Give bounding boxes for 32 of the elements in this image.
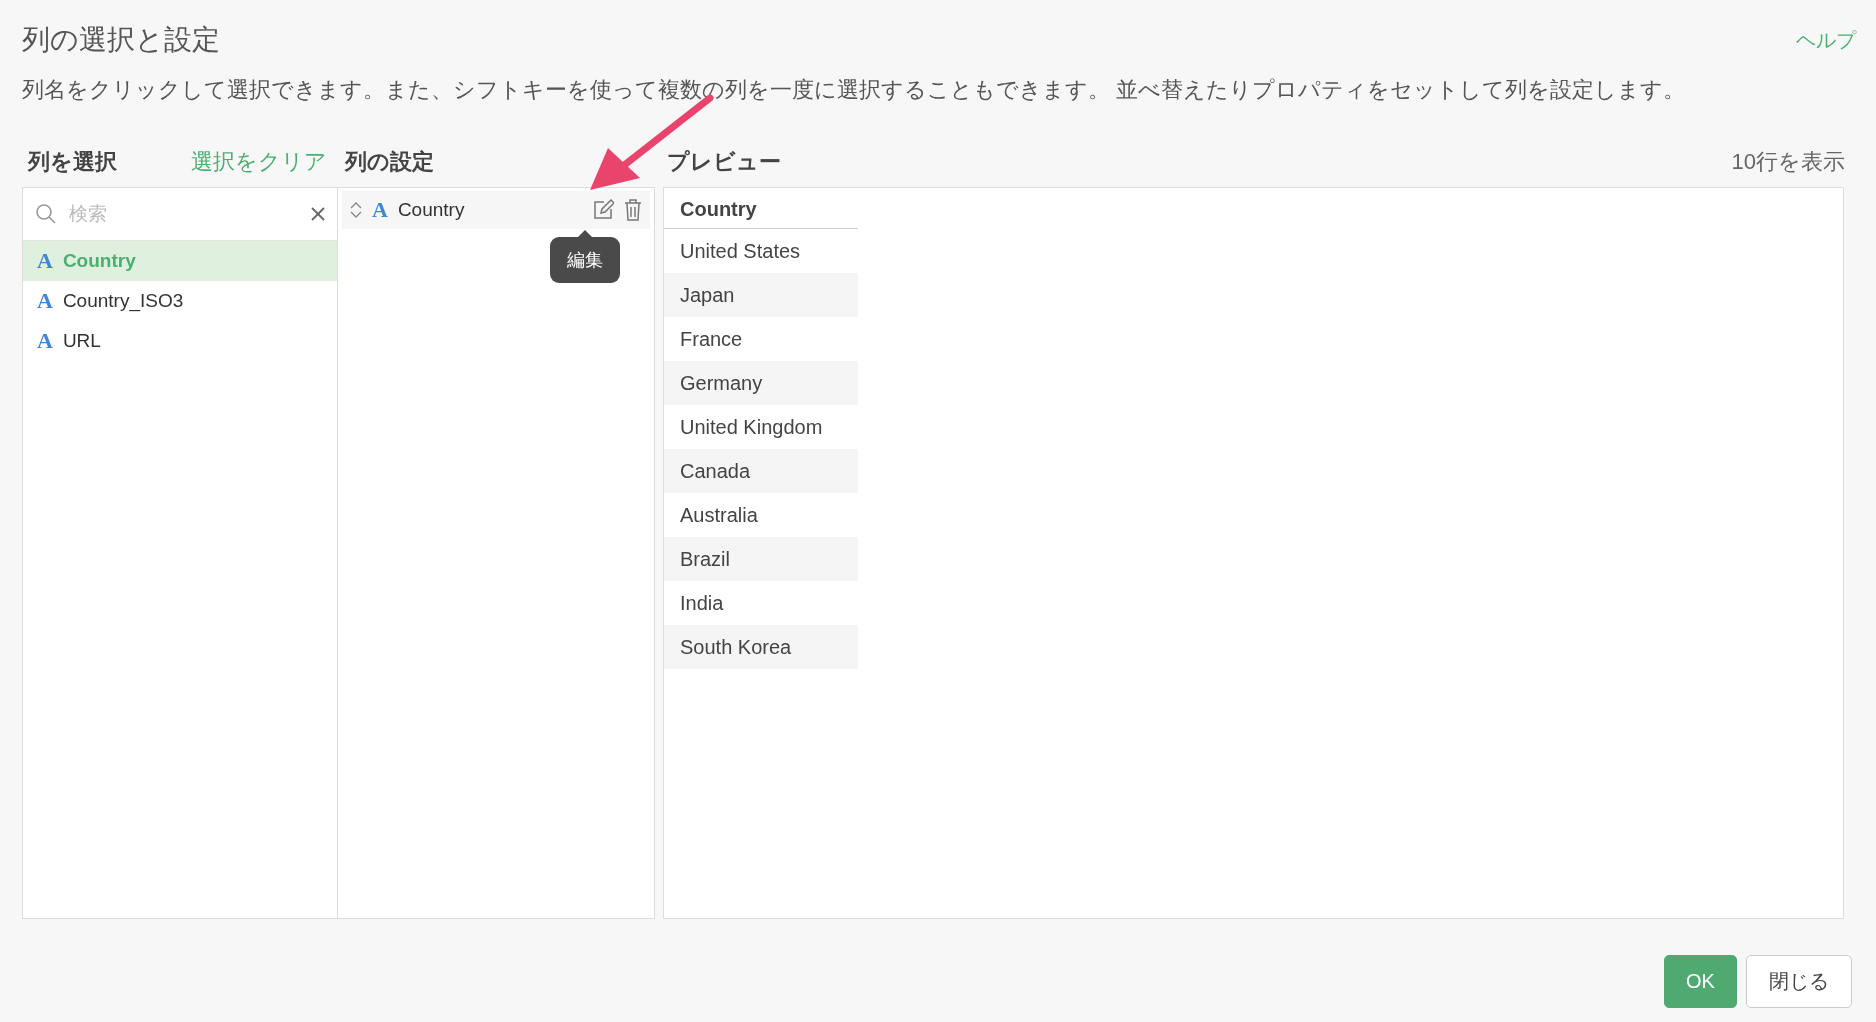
table-cell: Germany	[664, 361, 858, 405]
table-cell-text: France	[679, 326, 744, 352]
text-type-icon: A	[372, 197, 388, 223]
clear-search-icon[interactable]	[311, 207, 325, 221]
dialog-title: 列の選択と設定	[22, 23, 220, 57]
column-list-item[interactable]: A Country_ISO3	[23, 281, 337, 321]
section-heading: 列の設定	[345, 149, 434, 174]
table-cell: Brazil	[664, 537, 858, 581]
table-cell-text: Australia	[679, 502, 759, 528]
table-cell: South Korea	[664, 625, 858, 669]
sort-handle-icon[interactable]	[350, 201, 362, 219]
section-heading: プレビュー	[667, 148, 781, 176]
column-list-item[interactable]: A URL	[23, 321, 337, 361]
row-count-text: 10行を表示	[1731, 148, 1845, 176]
text-type-icon: A	[37, 288, 53, 314]
column-header: Country	[664, 190, 858, 229]
table-cell-text: India	[679, 590, 725, 616]
delete-icon[interactable]	[624, 199, 642, 221]
section-heading: 列を選択	[28, 148, 117, 176]
configured-column-row[interactable]: A Country	[342, 191, 650, 229]
table-cell: Japan	[664, 273, 858, 317]
column-name: Country	[397, 199, 466, 221]
search-field[interactable]: 検索	[67, 202, 301, 226]
close-button[interactable]: 閉じる	[1746, 955, 1852, 1008]
edit-icon[interactable]	[592, 199, 614, 221]
text-type-icon: A	[37, 328, 53, 354]
table-cell-text: United States	[679, 238, 802, 264]
table-cell: Canada	[664, 449, 858, 493]
text-type-icon: A	[37, 248, 53, 274]
search-icon	[35, 203, 57, 225]
table-cell-text: United Kingdom	[679, 414, 824, 440]
edit-tooltip: 編集	[550, 230, 620, 283]
